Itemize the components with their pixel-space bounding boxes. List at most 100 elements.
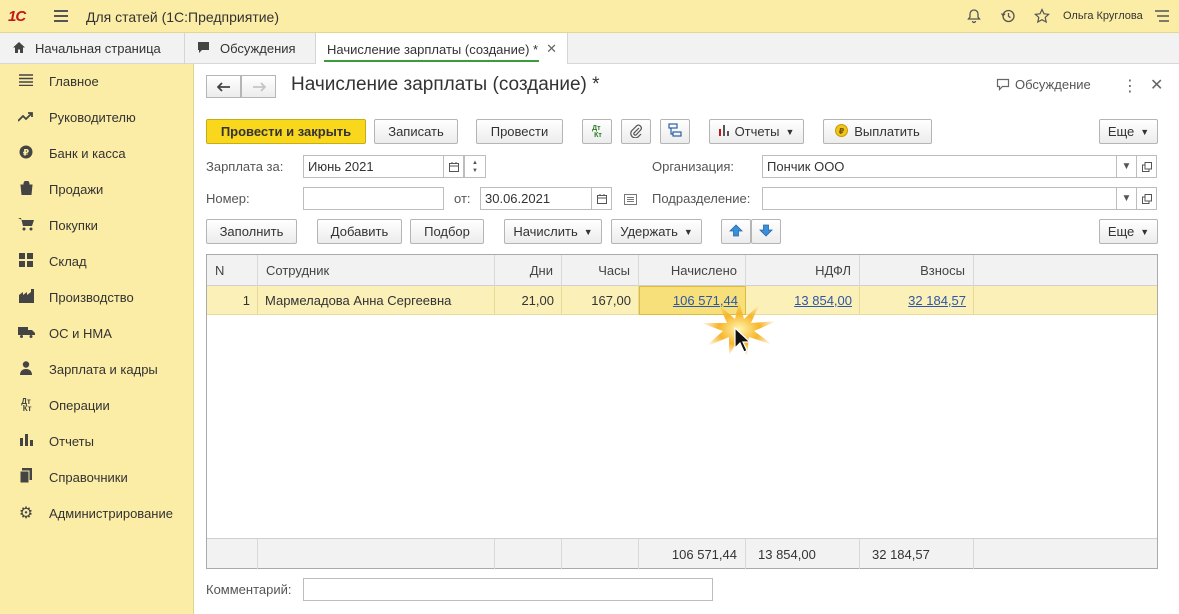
sidebar-item-production[interactable]: Производство (0, 282, 194, 312)
post-and-close-button[interactable]: Провести и закрыть (206, 119, 366, 144)
bar-chart-icon (17, 433, 35, 449)
sidebar-item-label: ОС и НМА (49, 325, 112, 341)
fill-button[interactable]: Заполнить (206, 219, 297, 244)
sidebar-item-label: Руководителю (49, 109, 136, 125)
sidebar-item-operations[interactable]: Дт Кт Операции (0, 390, 194, 420)
cell-hours[interactable]: 167,00 (562, 286, 639, 315)
sidebar-item-salary-hr[interactable]: Зарплата и кадры (0, 354, 194, 384)
footer-cell (562, 539, 639, 569)
accrue-dropdown[interactable]: Начислить ▼ (504, 219, 602, 244)
tab-label: Обсуждения (220, 41, 296, 56)
pay-label: Выплатить (854, 124, 920, 139)
comment-field[interactable] (303, 578, 713, 601)
column-header-contributions[interactable]: Взносы (860, 255, 974, 286)
more-options-icon[interactable]: ⋮ (1122, 76, 1138, 96)
calendar-icon[interactable] (591, 187, 612, 210)
cell-contributions[interactable]: 32 184,57 (860, 286, 974, 315)
open-icon[interactable] (1136, 187, 1157, 210)
column-header-accrued[interactable]: Начислено (639, 255, 746, 286)
hamburger-menu-icon[interactable] (54, 10, 68, 22)
sidebar-item-label: Производство (49, 289, 134, 305)
calendar-icon[interactable] (443, 155, 464, 178)
attach-button[interactable] (621, 119, 651, 144)
period-spinner[interactable]: ▲ ▼ (464, 155, 486, 178)
sidebar-item-purchases[interactable]: Покупки (0, 210, 194, 240)
settings-menu-icon[interactable] (1152, 6, 1172, 26)
move-down-button[interactable] (751, 219, 781, 244)
table-row[interactable]: 1 Мармеладова Анна Сергеевна 21,00 167,0… (207, 286, 1157, 315)
dt-kt-icon: Дт Кт (592, 124, 602, 139)
pick-button[interactable]: Подбор (410, 219, 484, 244)
list-icon[interactable] (624, 193, 637, 208)
chevron-down-icon[interactable]: ▼ (1116, 155, 1137, 178)
cell-days[interactable]: 21,00 (495, 286, 562, 315)
truck-icon (17, 325, 35, 341)
column-header-employee[interactable]: Сотрудник (258, 255, 495, 286)
close-icon[interactable]: ✕ (1150, 75, 1163, 95)
history-icon[interactable] (998, 6, 1018, 26)
column-header-days[interactable]: Дни (495, 255, 562, 286)
cell-accrued[interactable]: 106 571,44 (639, 286, 746, 315)
spin-up-icon[interactable]: ▲ (472, 159, 478, 167)
chevron-down-icon[interactable]: ▼ (1116, 187, 1137, 210)
tab-home[interactable]: Начальная страница (0, 33, 185, 64)
user-name[interactable]: Ольга Круглова (1063, 10, 1143, 22)
cell-ndfl[interactable]: 13 854,00 (746, 286, 860, 315)
home-icon (12, 41, 26, 57)
move-up-button[interactable] (721, 219, 751, 244)
chevron-down-icon: ▼ (1140, 226, 1150, 237)
tab-discussions[interactable]: Обсуждения (185, 33, 316, 64)
add-button[interactable]: Добавить (317, 219, 402, 244)
1c-logo[interactable]: 1С (8, 8, 26, 25)
coin-icon: ₽ (17, 145, 35, 162)
forward-button[interactable] (241, 75, 276, 98)
organization-field[interactable]: Пончик ООО (762, 155, 1117, 178)
column-header-hours[interactable]: Часы (562, 255, 639, 286)
cell-n[interactable]: 1 (207, 286, 258, 315)
save-button[interactable]: Записать (374, 119, 458, 144)
division-label: Подразделение: (652, 191, 751, 206)
svg-text:₽: ₽ (23, 148, 29, 158)
table-header: N Сотрудник Дни Часы Начислено НДФЛ Взно… (207, 255, 1157, 286)
accruals-table[interactable]: N Сотрудник Дни Часы Начислено НДФЛ Взно… (206, 254, 1158, 569)
star-icon[interactable] (1032, 6, 1052, 26)
open-icon[interactable] (1136, 155, 1157, 178)
sidebar-item-main[interactable]: Главное (0, 66, 194, 96)
structure-button[interactable] (660, 119, 690, 144)
date-field[interactable]: 30.06.2021 (480, 187, 592, 210)
sidebar-item-manager[interactable]: Руководителю (0, 102, 194, 132)
withhold-dropdown[interactable]: Удержать ▼ (611, 219, 702, 244)
discussion-link[interactable]: Обсуждение (996, 77, 1091, 94)
contributions-link[interactable]: 32 184,57 (908, 293, 966, 308)
reports-dropdown[interactable]: Отчеты ▼ (709, 119, 804, 144)
sidebar-item-sales[interactable]: Продажи (0, 174, 194, 204)
sidebar-item-label: Покупки (49, 217, 98, 233)
division-field[interactable] (762, 187, 1117, 210)
cell-employee[interactable]: Мармеладова Анна Сергеевна (258, 286, 495, 315)
bell-icon[interactable] (964, 6, 984, 26)
accrued-link[interactable]: 106 571,44 (673, 293, 738, 308)
back-button[interactable] (206, 75, 241, 98)
ruble-coin-icon: ₽ (835, 123, 849, 140)
salary-period-field[interactable]: Июнь 2021 (303, 155, 444, 178)
column-header-n[interactable]: N (207, 255, 258, 286)
sidebar-item-directories[interactable]: Справочники (0, 462, 194, 492)
more-dropdown[interactable]: Еще ▼ (1099, 119, 1158, 144)
sidebar-item-bank[interactable]: ₽ Банк и касса (0, 138, 194, 168)
post-button[interactable]: Провести (476, 119, 563, 144)
pay-button[interactable]: ₽ Выплатить (823, 119, 932, 144)
tab-payroll-document[interactable]: Начисление зарплаты (создание) * ✕ (316, 33, 568, 65)
table-more-dropdown[interactable]: Еще ▼ (1099, 219, 1158, 244)
dt-kt-button[interactable]: Дт Кт (582, 119, 612, 144)
number-field[interactable] (303, 187, 444, 210)
sidebar-item-assets[interactable]: ОС и НМА (0, 318, 194, 348)
sidebar-item-warehouse[interactable]: Склад (0, 246, 194, 276)
document-form: Начисление зарплаты (создание) * Обсужде… (194, 64, 1179, 614)
sidebar-item-reports[interactable]: Отчеты (0, 426, 194, 456)
column-header-ndfl[interactable]: НДФЛ (746, 255, 860, 286)
spin-down-icon[interactable]: ▼ (472, 167, 478, 175)
ndfl-link[interactable]: 13 854,00 (794, 293, 852, 308)
paperclip-icon (630, 123, 642, 141)
sidebar-item-administration[interactable]: ⚙ Администрирование (0, 498, 194, 528)
close-tab-icon[interactable]: ✕ (546, 41, 557, 57)
